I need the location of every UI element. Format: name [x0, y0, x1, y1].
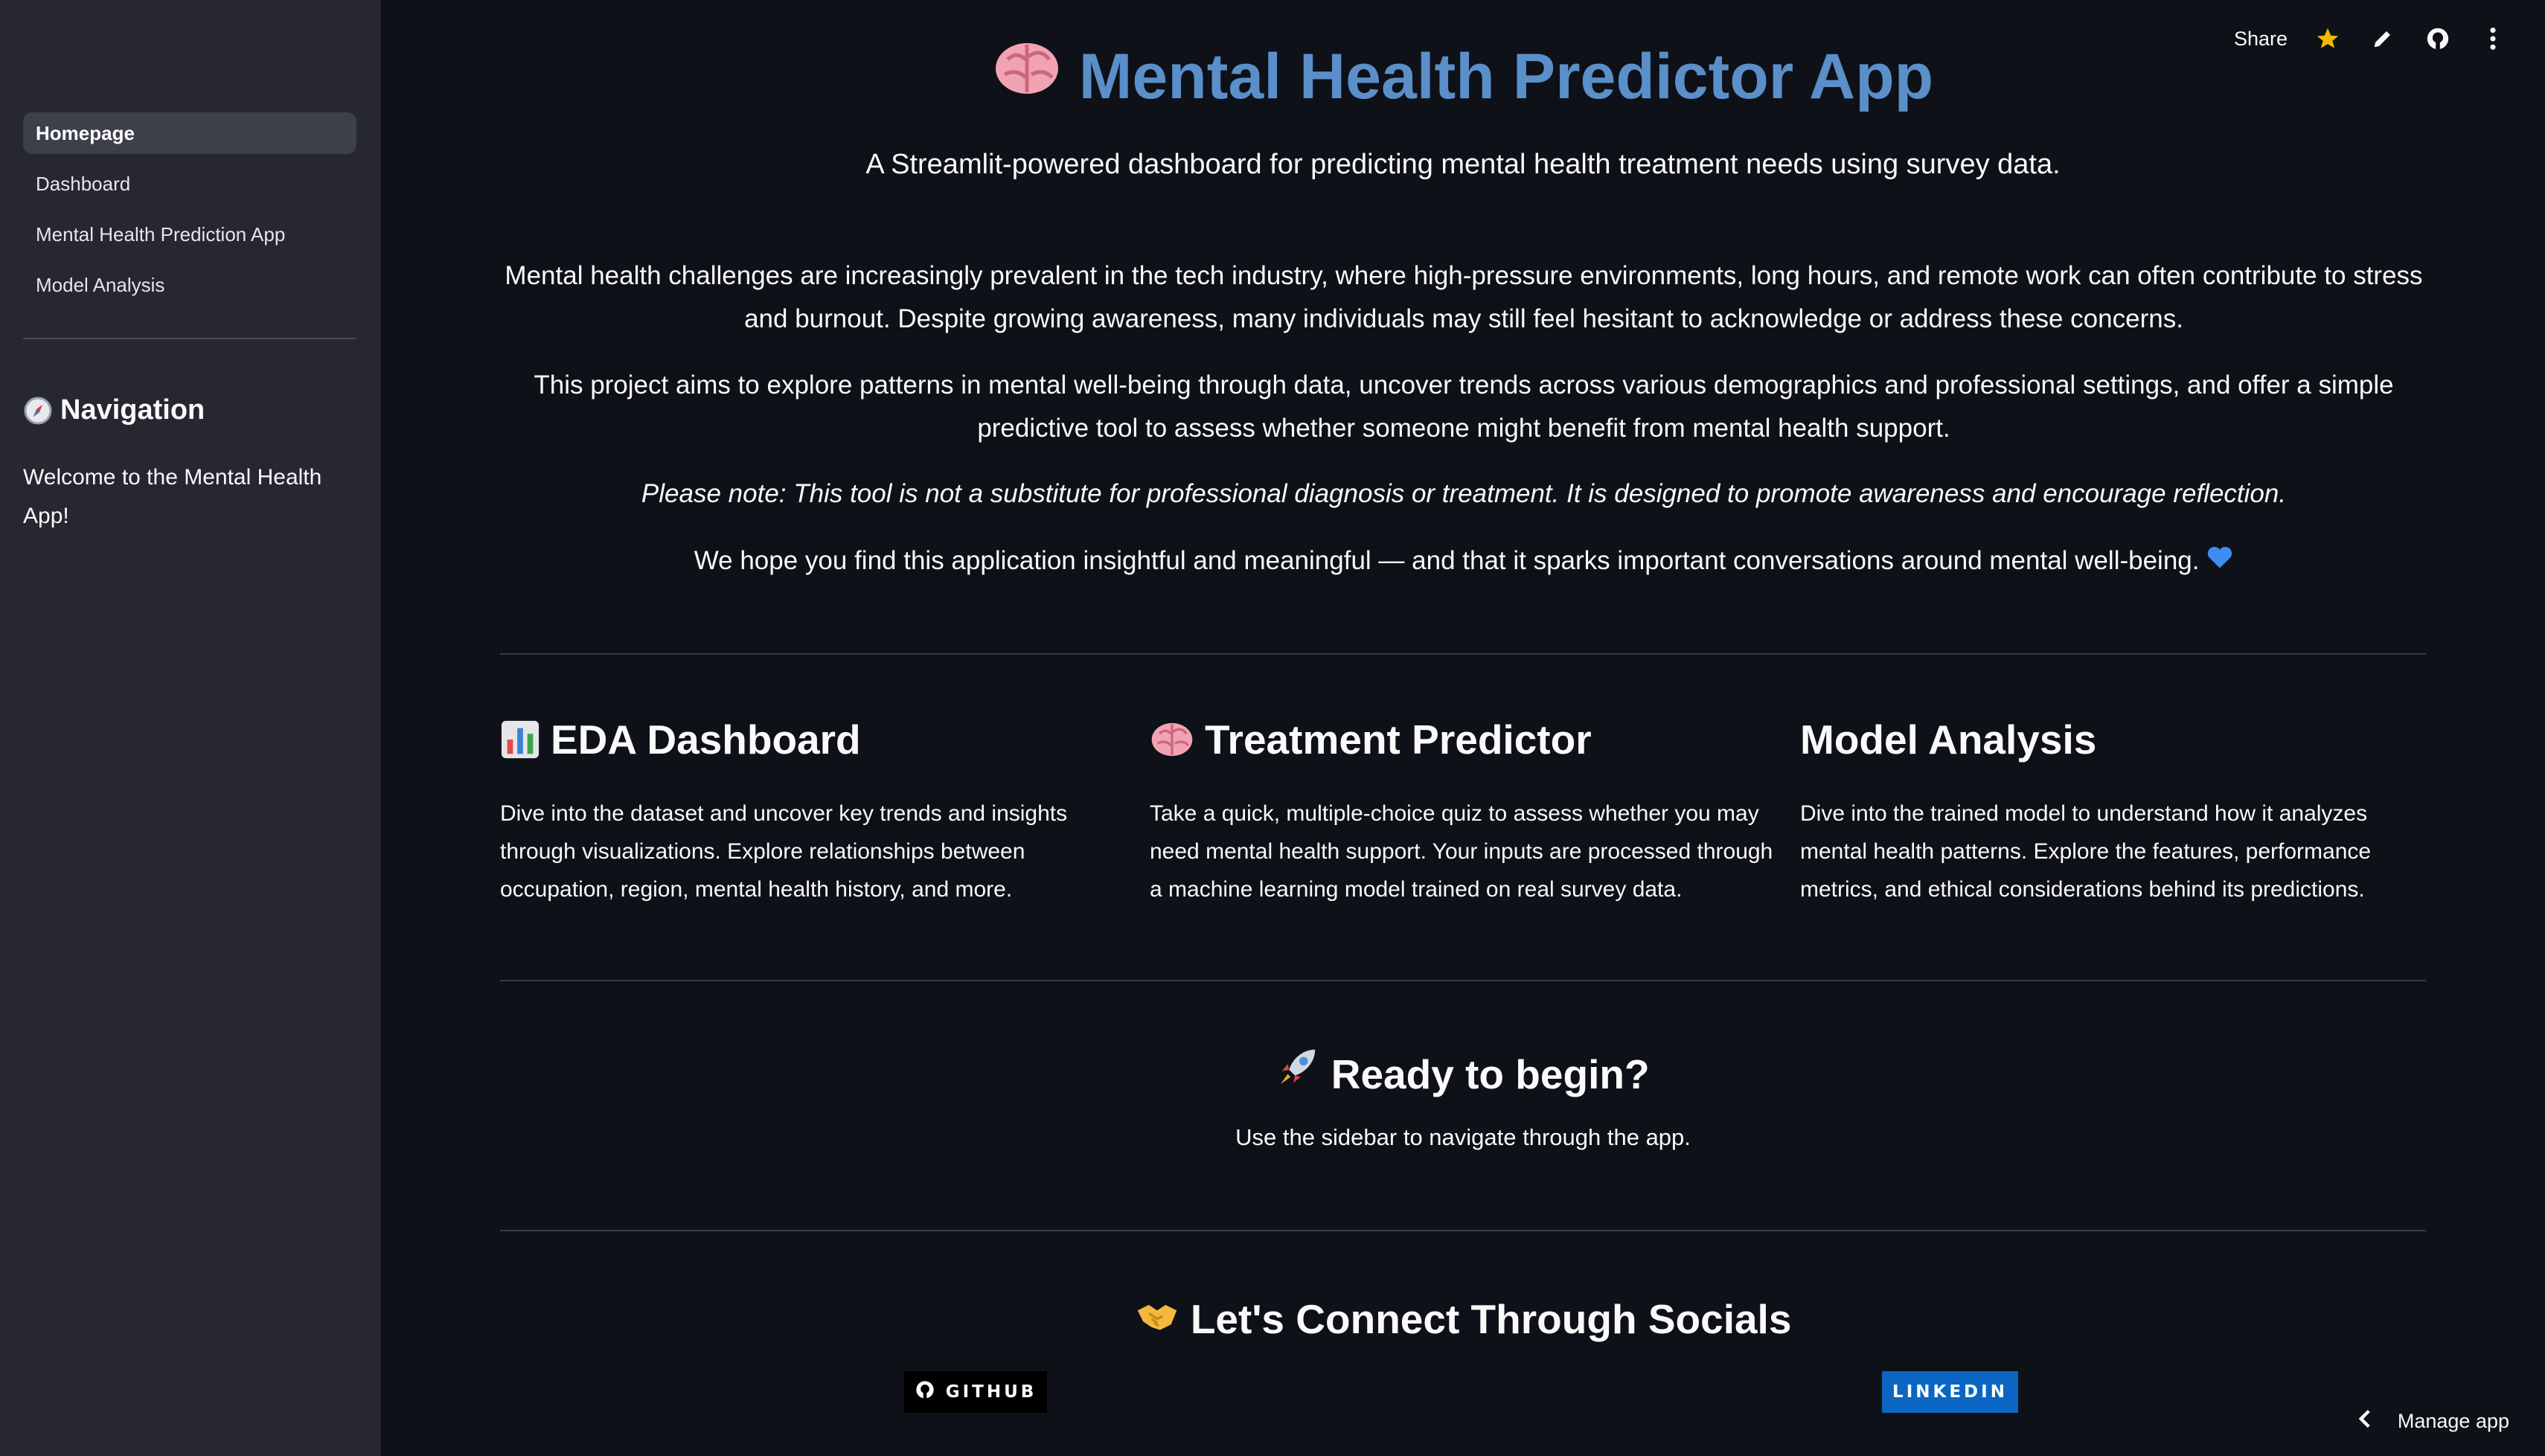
page-subtitle: A Streamlit-powered dashboard for predic…: [865, 149, 2061, 180]
manage-app-button[interactable]: Manage app: [2357, 1408, 2509, 1434]
socials-heading: Let's Connect Through Socials: [381, 1295, 2545, 1343]
compass-icon: [23, 396, 53, 426]
treatment-predictor-title-text: Treatment Predictor: [1205, 716, 1592, 763]
chevron-left-icon: [2357, 1408, 2372, 1434]
github-badge-label: GITHUB: [945, 1382, 1037, 1402]
treatment-predictor-title: Treatment Predictor: [1150, 716, 1775, 763]
model-analysis-card: Model Analysis Dive into the trained mod…: [1800, 716, 2425, 908]
sidebar-item-dashboard[interactable]: Dashboard: [23, 163, 356, 205]
handshake-icon: [1135, 1296, 1179, 1333]
brain-icon: [1150, 720, 1194, 759]
linkedin-badge-label: LINKEDIN: [1892, 1382, 2008, 1402]
eda-dashboard-title: EDA Dashboard: [500, 716, 1125, 763]
page-title: Mental Health Predictor App: [381, 39, 2545, 114]
blue-heart-icon: [2206, 545, 2233, 569]
bar-chart-icon: [500, 719, 540, 760]
divider: [500, 1230, 2426, 1231]
model-analysis-description: Dive into the trained model to understan…: [1800, 801, 2372, 902]
sidebar-item-homepage[interactable]: Homepage: [23, 112, 356, 154]
manage-app-label: Manage app: [2397, 1410, 2509, 1432]
ready-heading-text: Ready to begin?: [1331, 1051, 1650, 1097]
ready-instructions: Use the sidebar to navigate through the …: [1235, 1124, 1691, 1150]
sidebar-nav: Homepage Dashboard Mental Health Predict…: [23, 112, 356, 315]
treatment-predictor-card: Treatment Predictor Take a quick, multip…: [1150, 716, 1775, 908]
github-badge[interactable]: GITHUB: [904, 1371, 1047, 1413]
treatment-predictor-description: Take a quick, multiple-choice quiz to as…: [1150, 801, 1773, 902]
brain-icon: [993, 39, 1061, 98]
socials-heading-text: Let's Connect Through Socials: [1190, 1296, 1792, 1342]
sidebar-item-mental-health-prediction-app[interactable]: Mental Health Prediction App: [23, 214, 356, 255]
sidebar-item-model-analysis[interactable]: Model Analysis: [23, 264, 356, 306]
ready-heading: Ready to begin?: [381, 1045, 2545, 1098]
rocket-icon: [1276, 1045, 1319, 1088]
github-icon: [915, 1379, 935, 1405]
divider: [500, 653, 2426, 655]
sidebar-welcome-text: Welcome to the Mental Health App!: [23, 465, 322, 528]
closing-paragraph: We hope you find this application insigh…: [500, 539, 2427, 583]
eda-dashboard-card: EDA Dashboard Dive into the dataset and …: [500, 716, 1125, 908]
model-analysis-title: Model Analysis: [1800, 716, 2097, 763]
sidebar: Homepage Dashboard Mental Health Predict…: [0, 0, 381, 1456]
eda-dashboard-description: Dive into the dataset and uncover key tr…: [500, 801, 1068, 902]
sidebar-heading-text: Navigation: [60, 394, 205, 426]
divider: [500, 980, 2426, 981]
sidebar-divider: [23, 338, 356, 339]
linkedin-badge[interactable]: LINKEDIN: [1882, 1371, 2018, 1413]
eda-dashboard-title-text: EDA Dashboard: [551, 716, 861, 763]
intro-paragraph-2: This project aims to explore patterns in…: [534, 371, 2394, 443]
intro-paragraph-1: Mental health challenges are increasingl…: [505, 261, 2423, 333]
sidebar-heading: Navigation: [23, 394, 205, 426]
closing-paragraph-text: We hope you find this application insigh…: [694, 546, 2200, 575]
page-title-text: Mental Health Predictor App: [1078, 41, 1934, 112]
disclaimer-note: Please note: This tool is not a substitu…: [641, 479, 2287, 508]
